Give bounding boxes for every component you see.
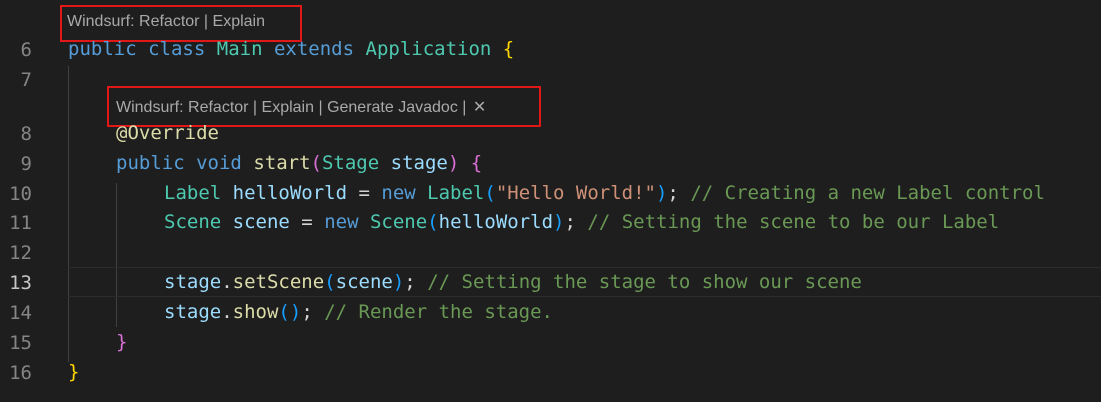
line-number: 6 xyxy=(20,39,32,61)
keyword: new xyxy=(381,182,416,204)
code-line-8[interactable]: @Override xyxy=(116,118,1101,148)
keyword: void xyxy=(196,152,242,174)
semicolon: ; xyxy=(564,211,576,233)
variable: stage xyxy=(164,271,222,293)
dot: . xyxy=(221,271,233,293)
brace: } xyxy=(68,361,80,383)
operator: = xyxy=(289,211,325,233)
annotation: @Override xyxy=(116,122,219,144)
keyword: new xyxy=(324,211,359,233)
paren: ( xyxy=(324,271,336,293)
brace: { xyxy=(502,38,515,60)
line-number: 10 xyxy=(9,183,32,205)
code-editor[interactable]: Windsurf: Refactor | Explain 6 7 8 9 10 … xyxy=(0,0,1101,402)
variable: helloWorld xyxy=(232,182,348,204)
paren: ( xyxy=(427,211,439,233)
semicolon: ; xyxy=(404,271,416,293)
code-line-16[interactable]: } xyxy=(68,357,1101,387)
dot: . xyxy=(221,301,233,323)
variable: stage xyxy=(164,301,222,323)
indent-guide xyxy=(68,66,69,362)
type-name: Main xyxy=(216,38,263,60)
type-name: Stage xyxy=(321,152,380,174)
code-line-9[interactable]: public void start(Stage stage) { xyxy=(116,148,1101,178)
method-name: show xyxy=(232,301,279,323)
line-number: 14 xyxy=(9,302,32,324)
code-line-10[interactable]: Label helloWorld = new Label("Hello Worl… xyxy=(164,178,1101,208)
code-line-6[interactable]: public class Main extends Application { xyxy=(68,34,1101,64)
string-literal: "Hello World!" xyxy=(495,182,656,204)
brace: { xyxy=(470,152,483,174)
keyword: public xyxy=(68,38,137,60)
line-number: 15 xyxy=(9,332,32,354)
comment: // Render the stage. xyxy=(324,301,553,323)
variable: scene xyxy=(232,211,290,233)
paren: ) xyxy=(655,182,668,204)
line-number: 9 xyxy=(20,153,32,175)
type-name: Scene xyxy=(164,211,222,233)
paren: ( xyxy=(484,182,496,204)
keyword: class xyxy=(148,38,206,60)
line-number: 12 xyxy=(9,242,32,264)
paren: () xyxy=(278,301,302,323)
method-name: setScene xyxy=(232,271,325,293)
line-number: 11 xyxy=(9,212,32,234)
semicolon: ; xyxy=(667,182,679,204)
line-number: 16 xyxy=(9,362,32,384)
line-number-current: 13 xyxy=(9,272,32,294)
code-line-13-current[interactable]: stage.setScene(scene); // Setting the st… xyxy=(68,267,1101,297)
comment: // Setting the stage to show our scene xyxy=(427,271,862,293)
paren: ( xyxy=(310,152,322,174)
variable: scene xyxy=(335,271,393,293)
code-line-12[interactable] xyxy=(68,237,1101,267)
keyword: public xyxy=(116,152,185,174)
paren: ) xyxy=(553,211,565,233)
line-number: 7 xyxy=(20,69,32,91)
type-name: Label xyxy=(164,182,222,204)
code-line-14[interactable]: stage.show(); // Render the stage. xyxy=(164,297,1101,327)
comment: // Setting the scene to be our Label xyxy=(587,211,1000,233)
variable: stage xyxy=(390,152,448,174)
variable: helloWorld xyxy=(438,211,554,233)
paren: ) xyxy=(392,271,405,293)
type-name: Application xyxy=(365,38,492,60)
operator: = xyxy=(347,182,382,204)
semicolon: ; xyxy=(301,301,313,323)
method-name: start xyxy=(253,152,311,174)
line-number: 8 xyxy=(20,123,32,145)
comment: // Creating a new Label control xyxy=(690,182,1045,204)
type-name: Scene xyxy=(369,211,428,233)
paren: ) xyxy=(447,152,460,174)
type-name: Label xyxy=(427,182,485,204)
keyword: extends xyxy=(273,38,355,60)
code-line-11[interactable]: Scene scene = new Scene(helloWorld); // … xyxy=(164,207,1101,237)
code-line-15[interactable]: } xyxy=(116,327,1101,357)
brace: } xyxy=(116,331,128,353)
